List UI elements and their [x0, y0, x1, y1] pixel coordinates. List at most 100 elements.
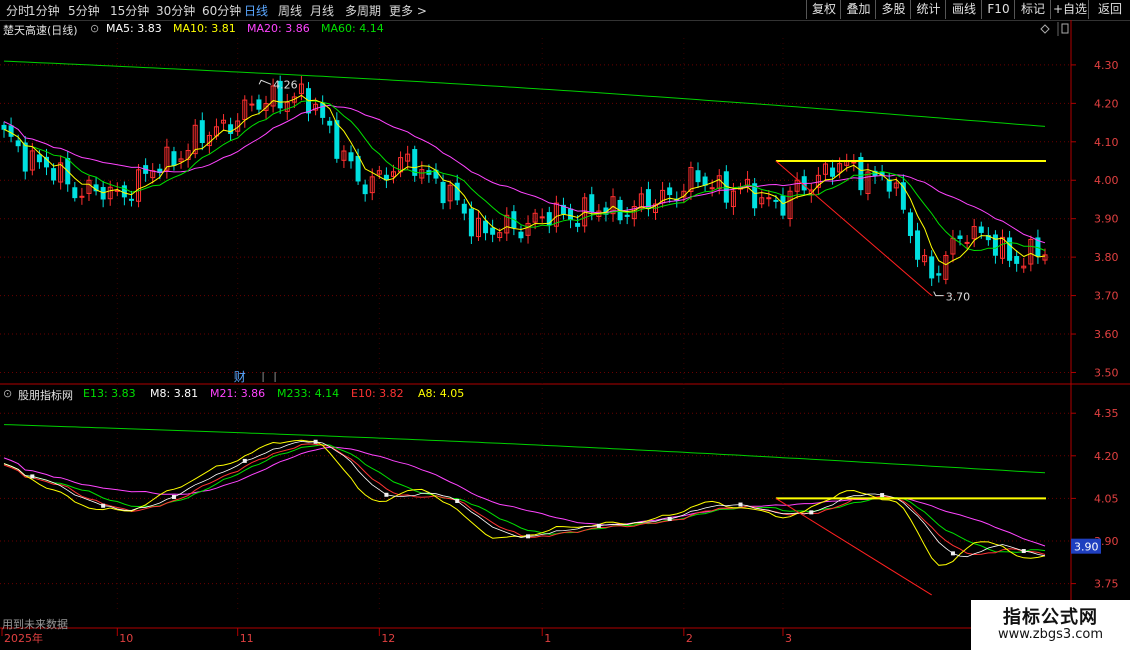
- toolbar-button-3[interactable]: 统计: [910, 0, 946, 19]
- candle-body: [171, 151, 177, 166]
- candle-body: [596, 210, 602, 217]
- candle-body: [1028, 239, 1034, 265]
- tab-2[interactable]: 5分钟: [68, 2, 100, 19]
- candle-body: [65, 157, 71, 185]
- candle-body: [454, 182, 460, 201]
- sub-labels-item-2: M21: 3.86: [210, 387, 266, 400]
- candle-body: [950, 237, 956, 255]
- m8-marker: [313, 439, 318, 444]
- sub-labels-item-4: E10: 3.82: [351, 387, 404, 400]
- candle-body: [483, 220, 489, 234]
- m8-line: [3, 440, 1046, 558]
- toolbar-button-2[interactable]: 多股: [875, 0, 911, 19]
- stock-name: 楚天高速(日线): [3, 24, 78, 37]
- toolbar-button-0[interactable]: 复权: [806, 0, 841, 19]
- candle-body: [575, 222, 581, 227]
- tab-7[interactable]: 周线: [278, 2, 302, 19]
- main-y-tick: 3.60: [1094, 328, 1119, 341]
- candle-body: [79, 195, 85, 198]
- ma20-line: [3, 104, 1046, 244]
- tab-6[interactable]: 日线: [244, 2, 268, 19]
- candle-body: [213, 126, 219, 137]
- candle-body: [490, 227, 496, 235]
- candle-body: [433, 169, 439, 179]
- candle-body: [695, 170, 701, 183]
- main-y-tick: 3.70: [1094, 290, 1119, 303]
- candle-body: [192, 124, 198, 155]
- watermark-logo: 指标公式网 www.zbgs3.com: [971, 600, 1130, 650]
- sub-labels-item-3: M233: 4.14: [277, 387, 340, 400]
- candle-body: [320, 102, 326, 118]
- candle-body: [143, 165, 149, 174]
- candle-body: [872, 170, 878, 177]
- candle-body: [185, 150, 191, 160]
- candle-body: [36, 154, 42, 163]
- candle-body: [270, 85, 276, 107]
- candle-body: [43, 156, 49, 168]
- candle-body: [497, 232, 503, 238]
- settings-circle-icon[interactable]: ⊙: [90, 22, 99, 35]
- candle-body: [907, 212, 913, 236]
- panel-toggle-icon: [1061, 23, 1069, 34]
- candle-body: [178, 158, 184, 163]
- candle-body: [447, 184, 453, 202]
- candle-body: [681, 190, 687, 198]
- candle-body: [306, 88, 312, 114]
- candle-body: [334, 120, 340, 159]
- candle-body: [539, 216, 545, 219]
- tab-3[interactable]: 15分钟: [110, 2, 149, 19]
- price-chart[interactable]: 4.30 4.20 4.10 4.00 3.90 3.80 3.70 3.60 3.50 4.35…: [0, 0, 1130, 650]
- candle-body: [29, 150, 35, 171]
- candle-body: [766, 197, 772, 200]
- sub-labels-item-0: E13: 3.83: [83, 387, 136, 400]
- candle-body: [228, 124, 234, 134]
- high-marker-arrow: [258, 79, 272, 85]
- candle-body: [780, 195, 786, 216]
- candle-body: [745, 178, 751, 186]
- candle-body: [412, 149, 418, 176]
- candle-body: [355, 155, 361, 182]
- toolbar-button-8[interactable]: 返回: [1088, 0, 1130, 19]
- tab-9[interactable]: 多周期: [345, 2, 381, 19]
- candle-body: [221, 119, 227, 124]
- main-y-tick: 4.30: [1094, 59, 1119, 72]
- toolbar-button-7[interactable]: +自选: [1050, 0, 1089, 19]
- candle-body: [114, 189, 120, 192]
- tab-8[interactable]: 月线: [310, 2, 334, 19]
- sub-y-tick: 4.35: [1094, 407, 1119, 420]
- tab-1[interactable]: 1分钟: [28, 2, 60, 19]
- candle-body: [8, 125, 14, 137]
- toolbar-button-1[interactable]: 叠加: [840, 0, 876, 19]
- toolbar-button-5[interactable]: F10: [981, 0, 1015, 19]
- tab-4[interactable]: 30分钟: [156, 2, 195, 19]
- candle-body: [801, 176, 807, 191]
- candle-body: [844, 160, 850, 166]
- candle-body: [808, 189, 814, 195]
- candle-body: [157, 168, 163, 173]
- candle-body: [100, 187, 106, 200]
- candle-body: [440, 181, 446, 204]
- m8-marker: [809, 510, 814, 515]
- settings-circle-icon[interactable]: ⊙: [3, 387, 12, 400]
- candle-body: [653, 203, 659, 213]
- candle-body: [426, 170, 432, 175]
- candle-body: [150, 170, 156, 179]
- candle-body: [737, 186, 743, 190]
- m8-marker: [880, 493, 885, 498]
- toolbar-button-4[interactable]: 画线: [945, 0, 982, 19]
- candle-body: [284, 101, 290, 112]
- trend-line-sub: [775, 497, 932, 596]
- low-marker-arrow: [933, 291, 944, 297]
- tab-5[interactable]: 60分钟: [202, 2, 241, 19]
- ma10-line: [3, 100, 1046, 252]
- candle-body: [249, 103, 255, 106]
- candle-body: [674, 198, 680, 202]
- main-y-tick: 3.90: [1094, 213, 1119, 226]
- tab-0[interactable]: 分时: [6, 2, 30, 19]
- m8-marker: [1021, 549, 1026, 554]
- toolbar-button-6[interactable]: 标记: [1014, 0, 1051, 19]
- candle-body: [313, 103, 319, 111]
- tab-10[interactable]: 更多 >: [389, 2, 427, 19]
- m8-marker: [101, 503, 106, 508]
- candle-body: [978, 226, 984, 233]
